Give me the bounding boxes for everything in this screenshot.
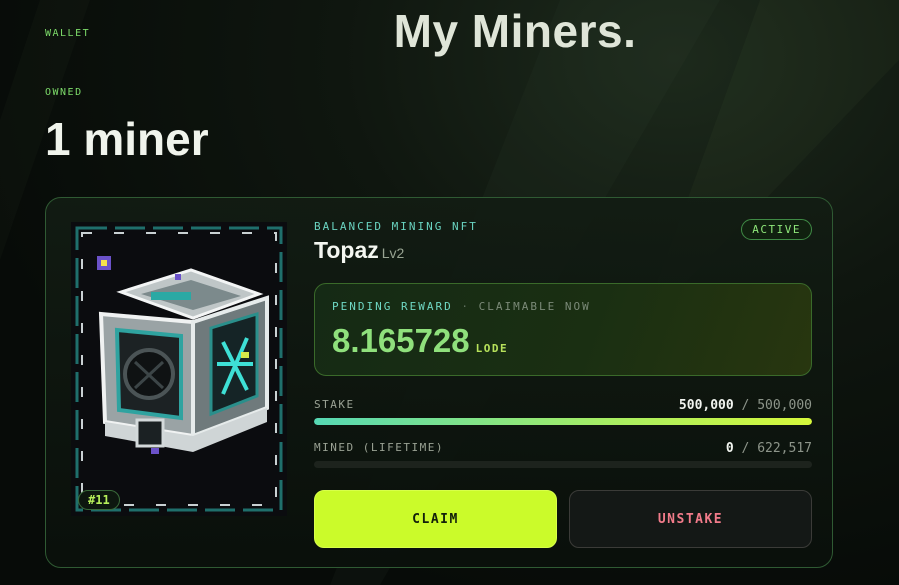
stake-value: 500,000 / 500,000 xyxy=(679,398,812,413)
stake-separator: / xyxy=(741,398,750,413)
stake-row: STAKE 500,000 / 500,000 xyxy=(314,398,812,425)
pending-reward-label-line: PENDING REWARD · CLAIMABLE NOW xyxy=(332,300,591,313)
miner-count: 1 miner xyxy=(45,113,209,165)
nft-type-label: BALANCED MINING NFT xyxy=(314,220,478,233)
mined-separator: / xyxy=(741,441,750,456)
miner-cube-icon xyxy=(71,222,287,516)
reward-separator: · xyxy=(461,300,470,313)
stake-max: 500,000 xyxy=(757,398,812,413)
stake-current: 500,000 xyxy=(678,398,734,413)
pending-reward-amount-line: 8.165728 LODE xyxy=(332,322,508,360)
unstake-button[interactable]: UNSTAKE xyxy=(569,490,812,548)
nft-name: Topaz xyxy=(314,237,379,263)
page-title: My Miners. xyxy=(393,5,637,57)
mined-value: 0 / 622,517 xyxy=(726,441,812,456)
miner-card: #11 BALANCED MINING NFT Topaz Lv2 ACTIVE … xyxy=(45,197,833,568)
nft-image: #11 xyxy=(71,222,287,516)
mined-current: 0 xyxy=(725,441,734,456)
mined-progress-bar xyxy=(314,461,812,468)
pending-reward-panel: PENDING REWARD · CLAIMABLE NOW 8.165728 L… xyxy=(314,283,812,376)
stake-progress-bar xyxy=(314,418,812,425)
mined-row: MINED (LIFETIME) 0 / 622,517 xyxy=(314,441,812,468)
stake-progress-fill xyxy=(314,418,812,425)
pending-reward-label: PENDING REWARD xyxy=(332,300,453,313)
pending-reward-value: 8.165728 xyxy=(332,322,470,359)
nft-level: Lv2 xyxy=(381,245,405,261)
claim-button[interactable]: CLAIM xyxy=(314,490,557,548)
mined-max: 622,517 xyxy=(757,441,812,456)
nft-id-badge: #11 xyxy=(78,490,120,510)
owned-label: OWNED xyxy=(45,87,83,98)
nft-name-line: Topaz Lv2 xyxy=(314,237,404,264)
status-badge: ACTIVE xyxy=(741,219,812,240)
claimable-now-label: CLAIMABLE NOW xyxy=(478,300,591,313)
reward-unit: LODE xyxy=(475,342,509,355)
